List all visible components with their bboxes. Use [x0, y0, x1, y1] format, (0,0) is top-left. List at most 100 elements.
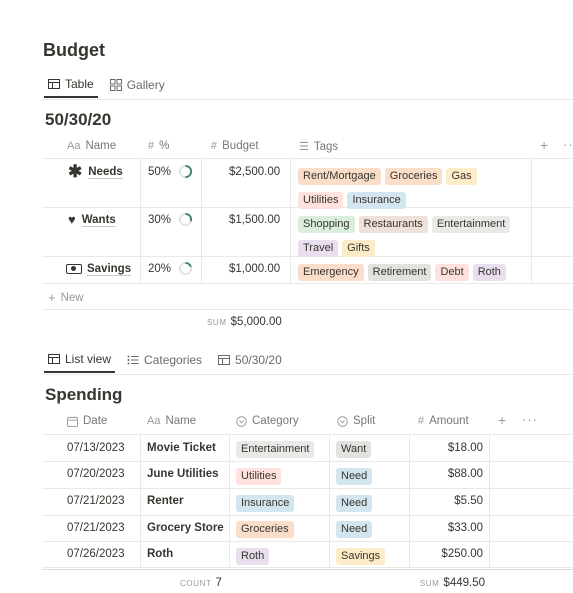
header-tags[interactable]: ☰ Tags [299, 140, 338, 154]
sum-label: SUM [419, 579, 440, 588]
column-divider [290, 158, 291, 283]
header-name[interactable]: Aa Name [67, 140, 116, 152]
divider [42, 434, 573, 435]
split-tag[interactable]: Need [336, 495, 373, 512]
tag-chip[interactable]: Emergency [298, 264, 364, 281]
percent-cell: 20% [148, 263, 172, 275]
percent-cell: 50% [148, 166, 172, 178]
text-type-icon: Aa [67, 140, 81, 152]
header-date[interactable]: Date [67, 415, 107, 427]
name-cell[interactable]: Grocery Store [147, 522, 224, 534]
tag-chip[interactable]: Debt [435, 264, 469, 281]
progress-ring [178, 261, 193, 276]
name-cell[interactable]: Renter [147, 495, 183, 507]
tags-cell[interactable]: Shopping Restaurants Entertainment Travel Gi… [298, 214, 528, 262]
divider [42, 461, 573, 462]
tag-chip[interactable]: Shopping [298, 216, 355, 233]
tab-list-view[interactable]: List view [44, 347, 116, 373]
name-cell[interactable]: Roth [147, 548, 173, 560]
header-category[interactable]: Category [236, 415, 299, 427]
date-cell: 07/26/2023 [67, 548, 125, 560]
tag-chip[interactable]: Roth [472, 264, 506, 281]
multiselect-type-icon: ☰ [299, 141, 309, 153]
text-type-icon: Aa [147, 415, 161, 427]
tag-chip[interactable]: Gas [446, 168, 477, 185]
table-icon [48, 79, 60, 89]
budget-cell: $1,500.00 [229, 214, 281, 226]
header-percent[interactable]: #% [148, 140, 169, 152]
tab-categories[interactable]: Categories [123, 347, 206, 373]
header-budget[interactable]: # Budget [211, 140, 259, 152]
tag-chip[interactable]: Insurance [347, 192, 406, 209]
split-tag[interactable]: Savings [336, 548, 386, 565]
amount-cell: $5.50 [454, 495, 483, 507]
header-split[interactable]: Split [337, 415, 375, 427]
tag-chip[interactable]: Entertainment [431, 216, 511, 233]
asterisk-icon: ✱ [68, 162, 83, 181]
sum-label: SUM [207, 318, 227, 327]
add-property-button[interactable]: + [498, 412, 506, 428]
more-options-button[interactable]: ·· [563, 137, 573, 152]
column-divider [531, 158, 532, 283]
category-tag[interactable]: Roth [236, 548, 270, 565]
tab-50-30-20[interactable]: 50/30/20 [214, 347, 286, 373]
new-row-button[interactable]: + New [48, 290, 84, 305]
more-options-button[interactable]: ··· [522, 412, 538, 427]
category-tag[interactable]: Entertainment [236, 441, 315, 458]
header-name[interactable]: Aa Name [147, 415, 196, 427]
amount-cell: $33.00 [447, 522, 483, 534]
column-divider [329, 434, 330, 568]
column-divider [140, 434, 141, 568]
number-type-icon: # [211, 140, 218, 152]
tag-chip[interactable]: Utilities [298, 192, 344, 209]
column-divider [409, 434, 410, 568]
spending-sum[interactable]: SUM $449.50 [420, 577, 485, 589]
tab-label: List view [65, 352, 112, 366]
divider [42, 374, 573, 375]
name-cell[interactable]: Movie Ticket [147, 442, 216, 454]
column-divider [201, 158, 202, 283]
divider [42, 158, 573, 159]
category-tag[interactable]: Insurance [236, 495, 295, 512]
new-row-label: New [60, 291, 84, 304]
add-property-button[interactable]: + [540, 137, 548, 153]
tags-cell[interactable]: Rent/Mortgage Groceries Gas Utilities Insura… [298, 166, 528, 214]
tab-label: 50/30/20 [235, 353, 282, 367]
row-name: Savings [87, 263, 132, 275]
tab-label: Gallery [126, 78, 165, 92]
tab-table[interactable]: Table [44, 72, 98, 98]
split-tag[interactable]: Need [336, 521, 373, 538]
table-icon [48, 354, 60, 364]
tag-chip[interactable]: Retirement [367, 264, 432, 281]
header-amount[interactable]: # Amount [418, 415, 469, 427]
budget-row-wants[interactable]: ♥ Wants [68, 212, 116, 227]
category-tag[interactable]: Utilities [236, 468, 282, 485]
amount-cell: $18.00 [447, 442, 483, 454]
budget-cell: $1,000.00 [229, 263, 281, 275]
heart-icon: ♥ [68, 212, 76, 227]
budget-sum[interactable]: SUM $5,000.00 [207, 316, 282, 328]
divider [42, 541, 573, 542]
divider [42, 515, 573, 516]
split-tag[interactable]: Want [336, 441, 372, 458]
budget-row-needs[interactable]: ✱ Needs [68, 162, 123, 181]
tag-chip[interactable]: Groceries [384, 168, 443, 185]
spending-count[interactable]: COUNT 7 [180, 577, 222, 589]
split-tag[interactable]: Need [336, 468, 373, 485]
tag-chip[interactable]: Travel [298, 240, 339, 257]
name-cell[interactable]: June Utilities [147, 468, 219, 480]
tab-gallery[interactable]: Gallery [106, 72, 169, 98]
percent-cell: 30% [148, 214, 172, 226]
budget-row-savings[interactable]: Savings [66, 263, 131, 275]
tag-chip[interactable]: Restaurants [358, 216, 428, 233]
budget-table-title: 50/30/20 [45, 110, 112, 129]
tag-chip[interactable]: Rent/Mortgage [298, 168, 381, 185]
number-type-icon: # [148, 140, 155, 152]
select-type-icon [337, 415, 348, 427]
tab-label: Categories [144, 353, 203, 367]
tag-chip[interactable]: Gifts [342, 240, 375, 257]
tags-cell[interactable]: Emergency Retirement Debt Roth [298, 262, 528, 286]
category-tag[interactable]: Groceries [236, 521, 294, 538]
column-divider [229, 434, 230, 568]
row-name: Wants [81, 214, 116, 226]
